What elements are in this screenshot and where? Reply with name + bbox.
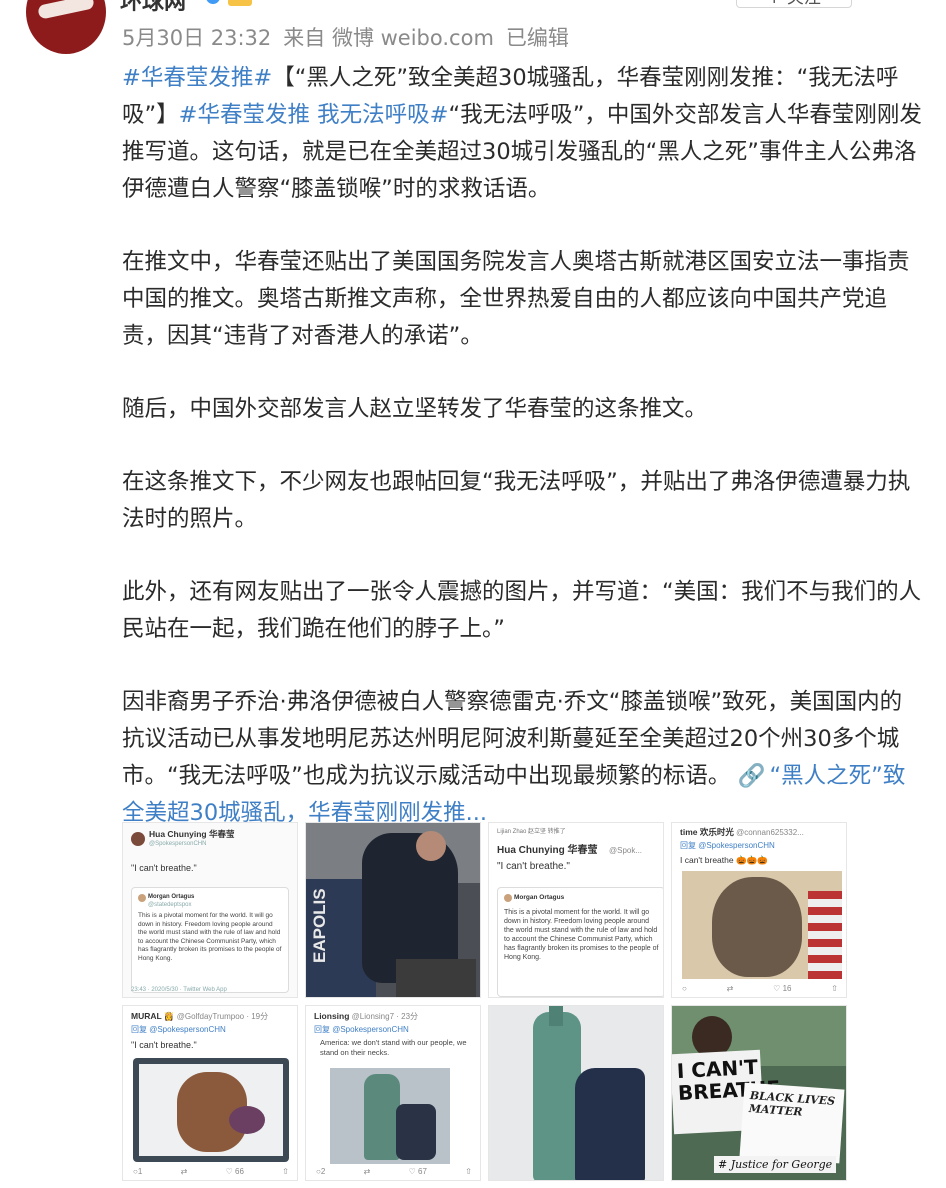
vip-badge-icon xyxy=(228,0,252,6)
protest-sign-2: BLACK LIVES MATTER xyxy=(739,1082,845,1164)
tweet-handle: @Lionsing7 · 23分 xyxy=(351,1012,419,1021)
paragraph-1: #华春莹发推#【“黑人之死”致全美超30城骚乱，华春莹刚刚发推：“我无法呼吸”】… xyxy=(122,60,922,208)
image-thumbnail-5[interactable]: MURAL 👸 @GolfdayTrumpoo · 19分 回复 @Spokes… xyxy=(122,1005,298,1181)
tweet-author: MURAL 👸 xyxy=(131,1011,175,1021)
tweet-header: MURAL 👸 @GolfdayTrumpoo · 19分 xyxy=(131,1011,268,1022)
username[interactable]: 环球网 xyxy=(120,0,186,16)
tweet-actions: ○2 ⇄ ♡ 67 ⇧ xyxy=(316,1167,472,1176)
tweet-text: America: we don't stand with our people,… xyxy=(320,1038,467,1057)
statue-figure xyxy=(533,1012,581,1180)
tweet-avatar xyxy=(131,832,145,846)
paragraph-4: 在这条推文下，不少网友也跟帖回复“我无法呼吸”，并贴出了弗洛伊德遭暴力执法时的照… xyxy=(122,469,911,532)
tweet-footer: 23:43 · 2020/5/30 · Twitter Web App xyxy=(131,987,227,993)
quoted-tweet: Morgan Ortagus @statedeptspox This is a … xyxy=(131,887,289,993)
portrait-drawing xyxy=(682,871,842,979)
paragraph-6: 因非裔男子乔治·弗洛伊德被白人警察德雷克·乔文“膝盖锁喉”致死，美国国内的抗议活… xyxy=(122,684,922,832)
paragraph-2: 在推文中，华春莹还贴出了美国国务院发言人奥塔古斯就港区国安立法一事指责中国的推文… xyxy=(122,249,910,349)
link-icon: 🔗 xyxy=(737,763,766,789)
statue-crown xyxy=(549,1006,563,1026)
image-thumbnail-3[interactable]: Lijian Zhao 赵立坚 转推了 Hua Chunying 华春莹 @Sp… xyxy=(488,822,664,998)
like-count[interactable]: ♡ 66 xyxy=(226,1167,244,1176)
image-thumbnail-2[interactable]: EAPOLIS xyxy=(305,822,481,998)
retweet-icon[interactable]: ⇄ xyxy=(364,1167,371,1176)
statue-photo xyxy=(330,1068,450,1164)
image-thumbnail-1[interactable]: Hua Chunying 华春莹 @SpokespersonCHN "I can… xyxy=(122,822,298,998)
share-icon[interactable]: ⇧ xyxy=(282,1167,289,1176)
tweet-text: I can't breathe 🎃🎃🎃 xyxy=(680,855,768,865)
edited-label[interactable]: 已编辑 xyxy=(506,26,569,50)
avatar[interactable] xyxy=(26,0,106,54)
retweet-label: Lijian Zhao 赵立坚 转推了 xyxy=(497,829,566,835)
illustration-head xyxy=(229,1106,265,1134)
logo-mark xyxy=(37,0,95,20)
post-source[interactable]: 来自 微博 weibo.com xyxy=(283,26,494,50)
tweet-text: "I can't breathe." xyxy=(131,1040,197,1050)
tweet-actions: ○1 ⇄ ♡ 66 ⇧ xyxy=(133,1167,289,1176)
post-content: #华春莹发推#【“黑人之死”致全美超30城骚乱，华春莹刚刚发推：“我无法呼吸”】… xyxy=(122,60,922,832)
flag-stripes xyxy=(808,891,842,979)
paragraph-5: 此外，还有网友贴出了一张令人震撼的图片，并写道：“美国：我们不与我们的人民站在一… xyxy=(122,579,922,642)
image-thumbnail-7[interactable] xyxy=(488,1005,664,1181)
image-grid: Hua Chunying 华春莹 @SpokespersonCHN "I can… xyxy=(122,822,847,1181)
officer-figure xyxy=(575,1068,645,1180)
reply-icon[interactable]: ○ xyxy=(682,984,687,993)
tweet-handle: @GolfdayTrumpoo · 19分 xyxy=(176,1012,269,1021)
image-thumbnail-6[interactable]: Lionsing @Lionsing7 · 23分 回复 @Spokespers… xyxy=(305,1005,481,1181)
tweet-author: Hua Chunying 华春莹 xyxy=(497,845,598,856)
follow-button[interactable]: + 关注 xyxy=(736,0,852,8)
reply-label: 回复 @SpokespersonCHN xyxy=(314,1024,409,1035)
retweet-icon[interactable]: ⇄ xyxy=(181,1167,188,1176)
tweet-handle: @Spok... xyxy=(609,846,643,855)
quoted-author: Morgan Ortagus xyxy=(514,894,565,901)
statue-figure xyxy=(364,1074,400,1160)
sign-text-3: # Justice for George xyxy=(714,1156,837,1173)
tweet-handle: @SpokespersonCHN xyxy=(149,841,207,847)
quoted-body: This is a pivotal moment for the world. … xyxy=(504,909,659,961)
retweet-icon[interactable]: ⇄ xyxy=(727,984,734,993)
tweet-header: Lionsing @Lionsing7 · 23分 xyxy=(314,1011,418,1022)
portrait-face xyxy=(712,877,802,977)
quoted-avatar xyxy=(138,894,146,902)
verified-icon xyxy=(206,0,220,4)
image-thumbnail-8[interactable]: I CAN'T BREATHE BLACK LIVES MATTER # Just… xyxy=(671,1005,847,1181)
reply-label: 回复 @SpokespersonCHN xyxy=(131,1024,226,1035)
ground xyxy=(396,959,476,997)
quoted-body: This is a pivotal moment for the world. … xyxy=(138,912,282,962)
likes-value: 67 xyxy=(418,1167,427,1176)
officer-head xyxy=(416,831,446,861)
tweet-header: time 欢乐时光 @connan625332... xyxy=(680,827,804,838)
quoted-handle: @statedeptspox xyxy=(148,902,192,908)
car-lettering: EAPOLIS xyxy=(310,888,329,963)
share-icon[interactable]: ⇧ xyxy=(831,984,838,993)
reply-to: 回复 @SpokespersonCHN xyxy=(314,1025,409,1034)
officer-figure xyxy=(396,1104,436,1160)
reply-to: 回复 @SpokespersonCHN xyxy=(131,1025,226,1034)
reply-icon[interactable]: ○2 xyxy=(316,1167,325,1176)
post-time[interactable]: 5月30日 23:32 xyxy=(122,26,271,50)
like-count[interactable]: ♡ 16 xyxy=(773,984,791,993)
hashtag-link[interactable]: #华春莹发推# xyxy=(122,65,272,91)
like-count[interactable]: ♡ 67 xyxy=(409,1167,427,1176)
reply-icon[interactable]: ○1 xyxy=(133,1167,142,1176)
share-icon[interactable]: ⇧ xyxy=(465,1167,472,1176)
tweet-author: Lionsing xyxy=(314,1011,350,1021)
paragraph-3: 随后，中国外交部发言人赵立坚转发了华春莹的这条推文。 xyxy=(122,396,708,422)
quoted-avatar xyxy=(504,894,512,902)
post-meta: 5月30日 23:32 来自 微博 weibo.com 已编辑 xyxy=(122,22,581,52)
reply-to: 回复 @SpokespersonCHN xyxy=(680,841,775,850)
tweet-actions: ○ ⇄ ♡ 16 ⇧ xyxy=(682,984,838,993)
tweet-text: "I can't breathe." xyxy=(497,861,570,872)
illustration-frame xyxy=(133,1058,289,1162)
likes-value: 16 xyxy=(782,984,792,993)
sign-text-2: BLACK LIVES MATTER xyxy=(748,1089,836,1119)
tweet-author: time 欢乐时光 xyxy=(680,827,734,837)
quoted-tweet: Morgan Ortagus This is a pivotal moment … xyxy=(497,887,663,997)
hashtag-link[interactable]: #华春莹发推 我无法呼吸# xyxy=(179,102,449,128)
tweet-handle: @connan625332... xyxy=(736,828,804,837)
image-thumbnail-4[interactable]: time 欢乐时光 @connan625332... 回复 @Spokesper… xyxy=(671,822,847,998)
likes-value: 66 xyxy=(235,1167,244,1176)
tweet-text: "I can't breathe." xyxy=(131,863,197,873)
reply-label: 回复 @SpokespersonCHN xyxy=(680,840,775,851)
